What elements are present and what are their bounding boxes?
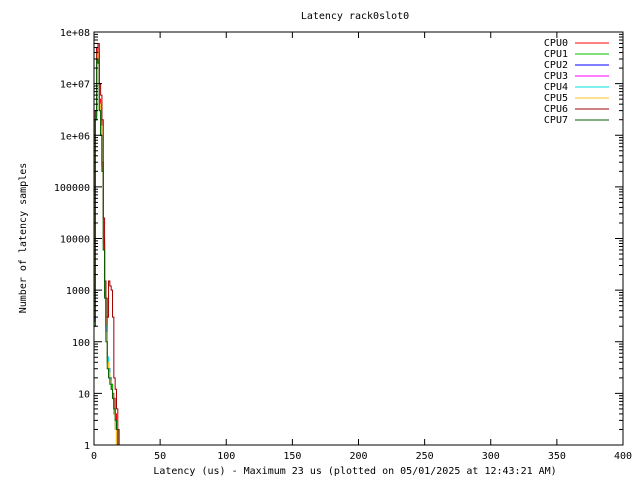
series-line-cpu1 <box>94 58 118 446</box>
series-line-cpu5 <box>94 52 118 446</box>
x-tick-label: 350 <box>548 451 566 462</box>
x-tick-label: 50 <box>154 451 166 462</box>
x-tick-label: 150 <box>283 451 301 462</box>
legend-label: CPU0 <box>544 38 568 49</box>
y-tick-label: 1000 <box>66 286 90 297</box>
series-line-cpu3 <box>94 52 118 446</box>
x-tick-label: 200 <box>349 451 367 462</box>
y-axis: 1 10 100 1000 10000 100000 1e+06 1e+07 1e+08 <box>54 28 623 452</box>
series-line-cpu2 <box>94 52 118 446</box>
legend-label: CPU6 <box>544 104 568 115</box>
latency-chart: Latency rack0slot0 0 50 100 150 200 250 300 350… <box>18 11 632 477</box>
x-tick-label: 300 <box>482 451 500 462</box>
x-tick-label: 0 <box>91 451 97 462</box>
legend-label: CPU2 <box>544 60 568 71</box>
y-tick-label: 100 <box>72 338 90 349</box>
y-tick-label: 10 <box>78 389 90 400</box>
legend-label: CPU5 <box>544 93 568 104</box>
y-axis-label: Number of latency samples <box>18 163 29 314</box>
x-tick-label: 250 <box>416 451 434 462</box>
y-tick-label: 1e+08 <box>60 28 90 39</box>
legend-label: CPU7 <box>544 115 568 126</box>
y-tick-label: 1 <box>84 441 90 452</box>
series-layer <box>94 42 126 446</box>
y-tick-label: 100000 <box>54 183 90 194</box>
series-line-cpu4 <box>94 52 118 446</box>
x-tick-label: 400 <box>614 451 632 462</box>
x-tick-label: 100 <box>217 451 235 462</box>
y-tick-label: 1e+06 <box>60 131 90 142</box>
y-tick-label: 10000 <box>60 235 90 246</box>
x-axis-label: Latency (us) - Maximum 23 us (plotted on… <box>153 466 556 477</box>
chart-title: Latency rack0slot0 <box>301 11 409 22</box>
legend-label: CPU4 <box>544 82 568 93</box>
legend-label: CPU3 <box>544 71 568 82</box>
legend-label: CPU1 <box>544 49 568 60</box>
y-tick-label: 1e+07 <box>60 80 90 91</box>
legend: CPU0CPU1CPU2CPU3CPU4CPU5CPU6CPU7 <box>544 38 609 126</box>
